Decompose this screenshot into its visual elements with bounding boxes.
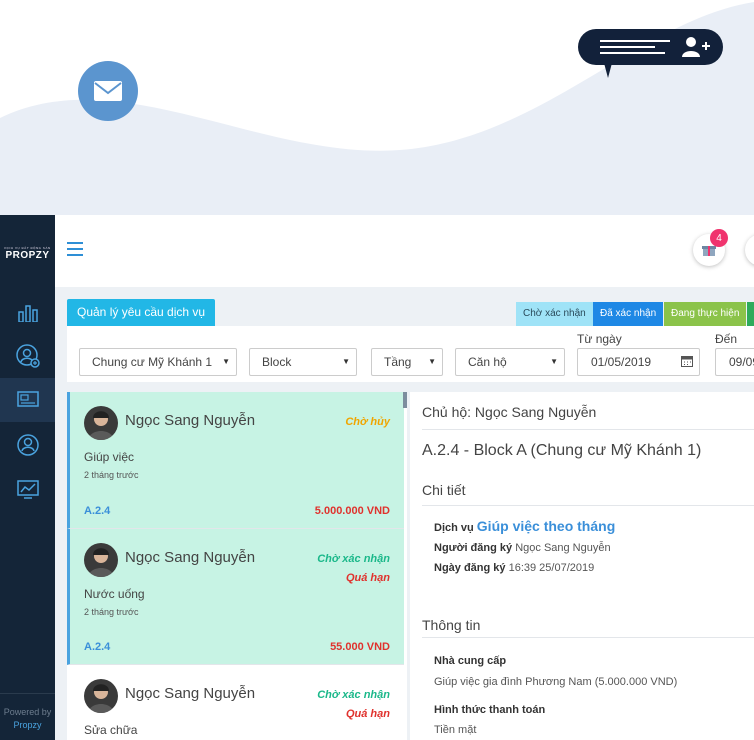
request-service: Giúp việc	[84, 450, 135, 464]
service-link[interactable]: Giúp việc theo tháng	[477, 518, 615, 534]
request-price: 5.000.000 VND	[314, 505, 390, 517]
tab-in-progress[interactable]: Đang thực hiện	[664, 302, 747, 326]
owner-label: Chủ hộ: Ngọc Sang Nguyễn	[422, 404, 597, 420]
powered-by: Powered by Propzy	[3, 707, 52, 730]
bar-chart-icon	[17, 305, 38, 322]
notification-badge: 4	[710, 229, 728, 247]
notification-button[interactable]: 4	[693, 229, 728, 266]
floor-select[interactable]: Tầng ▼	[371, 348, 443, 376]
overdue-badge: Quá hạn	[345, 708, 390, 720]
status-badge: Chờ hủy	[345, 416, 390, 428]
status-badge: Chờ xác nhận	[317, 689, 390, 701]
propzy-logo[interactable]: DỊCH VỤ BẤT ĐỘNG SẢN PROPZY	[0, 246, 55, 261]
request-service: Sửa chữa	[84, 723, 138, 737]
divider	[422, 505, 754, 506]
from-date-label: Từ ngày	[577, 332, 622, 346]
request-price: 55.000 VND	[330, 641, 390, 653]
request-card[interactable]: Ngọc Sang Nguyễn Chờ xác nhận Quá hạn Sử…	[67, 665, 404, 740]
mail-button[interactable]	[78, 61, 138, 121]
sidebar: DỊCH VỤ BẤT ĐỘNG SẢN PROPZY Powered by P…	[0, 215, 55, 740]
user-circle-icon	[16, 434, 39, 456]
request-detail: Chủ hộ: Ngọc Sang Nguyễn A.2.4 - Block A…	[410, 392, 754, 740]
avatar	[84, 406, 118, 440]
status-badge: Chờ xác nhận	[317, 553, 390, 565]
tab-service-requests[interactable]: Quản lý yêu cầu dịch vụ	[67, 299, 216, 326]
request-apartment: A.2.4	[84, 505, 111, 517]
building-select[interactable]: Chung cư Mỹ Khánh 1 ▼	[79, 348, 237, 376]
registered-date-row: Ngày đăng ký 16:39 25/07/2019	[434, 562, 595, 574]
from-date-input[interactable]: 01/05/2019	[577, 348, 700, 376]
overdue-badge: Quá hạn	[345, 572, 390, 584]
detail-title: A.2.4 - Block A (Chung cư Mỹ Khánh 1)	[422, 442, 702, 459]
payment-value: Tiền mặt	[434, 724, 477, 736]
sidebar-item-requests[interactable]	[0, 378, 55, 422]
registrant-row: Người đăng ký Ngọc Sang Nguyễn	[434, 542, 611, 554]
sidebar-item-reports[interactable]	[0, 468, 55, 512]
avatar	[84, 543, 118, 577]
request-card[interactable]: Ngọc Sang Nguyễn Chờ xác nhận Quá hạn Nư…	[67, 529, 404, 665]
list-scrollbar[interactable]	[403, 392, 407, 408]
divider	[422, 429, 754, 430]
request-name: Ngọc Sang Nguyễn	[125, 549, 256, 566]
tab-pending-confirm[interactable]: Chờ xác nhận	[516, 302, 593, 326]
section-info: Thông tin	[422, 617, 481, 633]
calendar-icon	[681, 356, 693, 367]
request-name: Ngọc Sang Nguyễn	[125, 685, 256, 702]
sidebar-item-dashboard[interactable]	[0, 291, 55, 335]
request-service: Nước uống	[84, 587, 145, 601]
hamburger-menu-icon[interactable]	[67, 242, 83, 256]
top-bar: 4	[55, 215, 754, 287]
sidebar-item-users[interactable]	[0, 423, 55, 467]
block-select[interactable]: Block ▼	[249, 348, 357, 376]
add-user-icon	[15, 344, 40, 368]
avatar	[84, 679, 118, 713]
tab-confirmed[interactable]: Đã xác nhận	[593, 302, 664, 326]
provider-label: Nhà cung cấp	[434, 655, 507, 667]
request-icon	[16, 391, 39, 407]
apartment-select[interactable]: Căn hộ ▼	[455, 348, 565, 376]
divider	[422, 637, 754, 638]
hero-banner	[0, 0, 754, 215]
request-time: 2 tháng trước	[84, 470, 139, 480]
chat-support-icon[interactable]	[578, 29, 723, 78]
provider-value: Giúp việc gia đình Phương Nam (5.000.000…	[434, 676, 678, 688]
payment-label: Hình thức thanh toán	[434, 704, 546, 716]
service-row: Dịch vụ Giúp việc theo tháng	[434, 518, 616, 534]
request-list: Ngọc Sang Nguyễn Chờ hủy Giúp việc 2 thá…	[67, 392, 407, 740]
to-date-input[interactable]: 09/09	[715, 348, 754, 376]
mail-icon	[94, 81, 122, 101]
trend-chart-icon	[16, 480, 39, 499]
request-time: 2 tháng trước	[84, 607, 139, 617]
tab-completed[interactable]	[747, 302, 754, 326]
user-menu-button[interactable]	[745, 234, 754, 266]
section-detail: Chi tiết	[422, 482, 466, 498]
request-name: Ngọc Sang Nguyễn	[125, 412, 256, 429]
sidebar-item-residents[interactable]	[0, 334, 55, 378]
divider	[0, 693, 55, 694]
request-card[interactable]: Ngọc Sang Nguyễn Chờ hủy Giúp việc 2 thá…	[67, 392, 404, 529]
main-content: Quản lý yêu cầu dịch vụ Chờ xác nhận Đã …	[55, 287, 754, 740]
filter-bar: Chung cư Mỹ Khánh 1 ▼ Block ▼ Tầng ▼ Căn hộ…	[67, 326, 754, 382]
request-apartment: A.2.4	[84, 641, 111, 653]
